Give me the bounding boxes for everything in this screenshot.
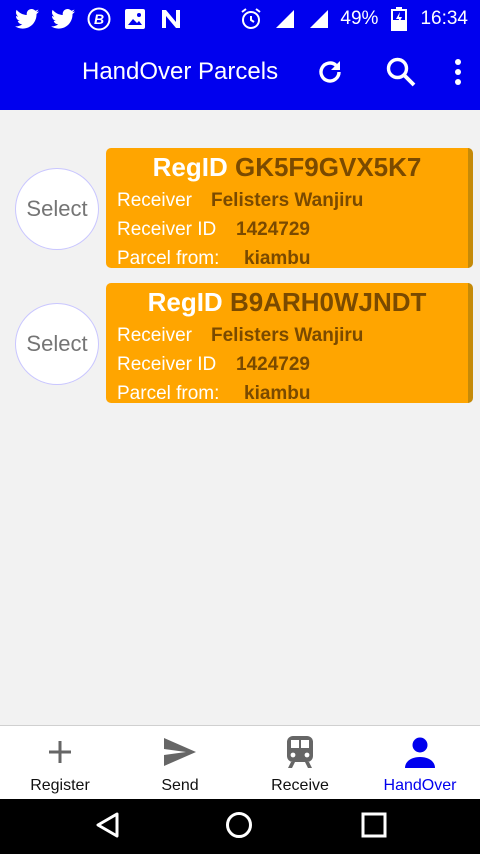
send-icon [162,734,198,770]
notification-icons: B [14,6,184,32]
receiver-row: Receiver Felisters Wanjiru [117,325,363,347]
receiver-label: Receiver [117,325,192,346]
recents-button[interactable] [358,811,390,843]
refresh-icon [315,57,345,92]
nav-label: HandOver [383,777,457,794]
nav-handover[interactable]: HandOver [360,726,480,800]
status-bar: B 49% 16:34 [0,0,480,38]
twitter-icon [14,6,40,32]
system-nav-bar [0,799,480,854]
regid-value: B9ARH0WJNDT [229,287,427,317]
parcel-from-row: Parcel from: kiambu [117,248,311,268]
search-icon [385,56,417,93]
app-bar: HandOver Parcels [0,38,480,110]
regid-value: GK5F9GVX5K7 [234,152,422,182]
back-button[interactable] [91,811,123,843]
person-icon [402,734,438,770]
more-options-button[interactable] [440,56,476,92]
battery-percent: 49% [340,8,379,29]
image-icon [122,6,148,32]
nav-send[interactable]: Send [120,726,240,800]
home-icon [224,810,254,845]
page-title: HandOver Parcels [82,58,279,85]
twitter-icon [50,6,76,32]
nav-label: Send [161,777,199,794]
list-item: Select RegID GK5F9GVX5K7 Receiver Felist… [0,148,480,268]
receiver-label: Receiver [117,190,192,211]
clock: 16:34 [420,8,468,29]
bitcoin-icon: B [86,6,112,32]
receiver-value: Felisters Wanjiru [211,190,364,211]
parcel-list: Select RegID GK5F9GVX5K7 Receiver Felist… [0,110,480,725]
refresh-button[interactable] [312,56,348,92]
parcel-from-value: kiambu [244,383,311,403]
receiver-id-value: 1424729 [236,354,310,375]
bottom-navigation: Register Send Receive HandOver [0,725,480,799]
select-button[interactable]: Select [15,303,99,385]
receiver-id-value: 1424729 [236,219,310,240]
parcel-card[interactable]: RegID B9ARH0WJNDT Receiver Felisters Wan… [106,283,473,403]
train-icon [282,734,318,770]
select-button[interactable]: Select [15,168,99,250]
receiver-id-row: Receiver ID 1424729 [117,219,310,241]
n-icon [158,6,184,32]
receiver-id-label: Receiver ID [117,219,217,240]
nav-receive[interactable]: Receive [240,726,360,800]
nav-label: Receive [271,777,329,794]
alarm-icon [238,6,264,32]
receiver-id-label: Receiver ID [117,354,217,375]
back-icon [93,811,121,844]
home-button[interactable] [223,811,255,843]
more-vert-icon [454,58,462,91]
parcel-card[interactable]: RegID GK5F9GVX5K7 Receiver Felisters Wan… [106,148,473,268]
battery-icon [386,6,412,32]
system-status: 49% 16:34 [238,6,468,32]
parcel-from-label: Parcel from: [117,383,220,403]
nav-label: Register [30,777,90,794]
svg-text:B: B [94,11,104,27]
recents-icon [360,811,388,844]
regid-label: RegID [152,152,228,182]
regid-line: RegID B9ARH0WJNDT [106,287,468,318]
signal-icon [306,6,332,32]
regid-line: RegID GK5F9GVX5K7 [106,152,468,183]
parcel-from-row: Parcel from: kiambu [117,383,311,403]
regid-label: RegID [147,287,223,317]
plus-icon [42,734,78,770]
signal-icon [272,6,298,32]
search-button[interactable] [383,56,419,92]
parcel-from-label: Parcel from: [117,248,220,268]
receiver-value: Felisters Wanjiru [211,325,364,346]
parcel-from-value: kiambu [244,248,311,268]
receiver-id-row: Receiver ID 1424729 [117,354,310,376]
list-item: Select RegID B9ARH0WJNDT Receiver Felist… [0,283,480,403]
receiver-row: Receiver Felisters Wanjiru [117,190,363,212]
nav-register[interactable]: Register [0,726,120,800]
